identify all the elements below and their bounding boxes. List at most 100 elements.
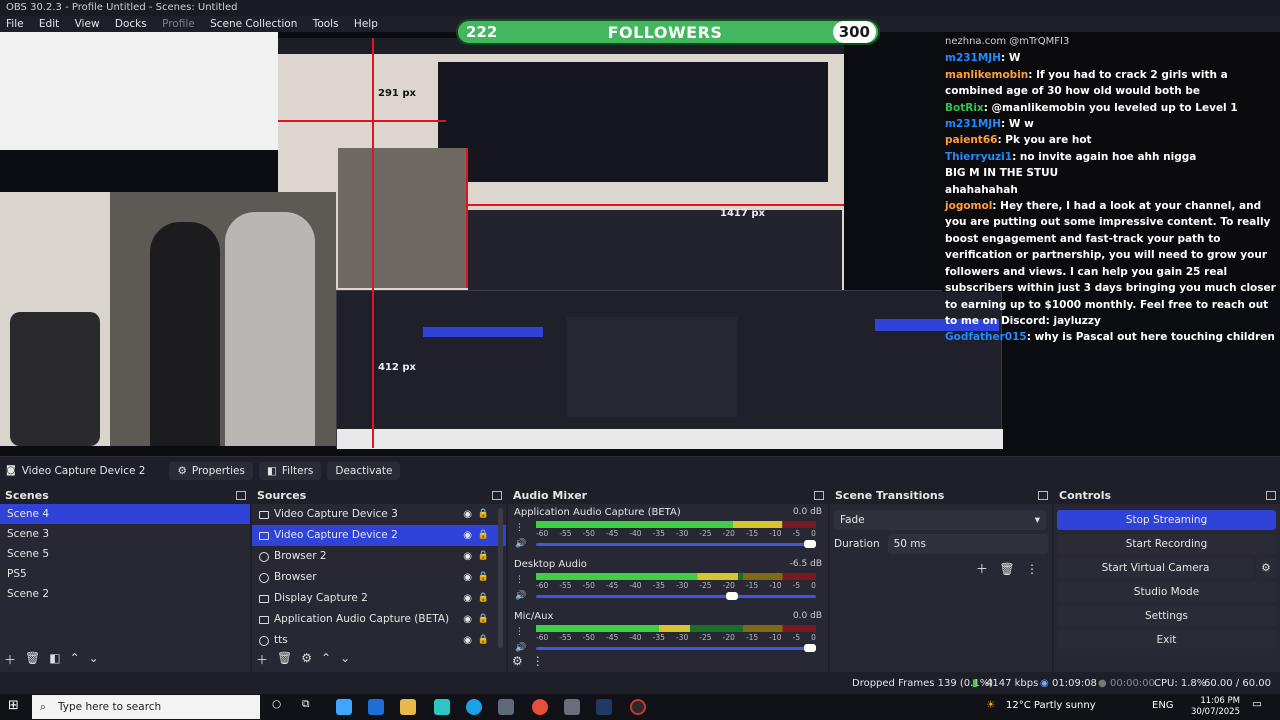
file-explorer-icon[interactable] (400, 699, 416, 715)
channel-name: Mic/Aux (514, 611, 554, 622)
task-view-icon[interactable]: ⧉ (302, 698, 310, 711)
trash-icon[interactable]: 🗑 (999, 562, 1014, 576)
menu-dots-icon[interactable]: ⋮ (515, 624, 526, 640)
start-virtual-camera-button[interactable]: Start Virtual Camera (1057, 558, 1254, 578)
undock-icon[interactable] (1038, 491, 1048, 500)
lock-icon[interactable]: 🔒 (478, 504, 489, 525)
slider-handle[interactable] (804, 644, 816, 652)
source-item[interactable]: Video Capture Device 2 ◉ 🔒 (252, 525, 506, 546)
volume-slider[interactable] (536, 540, 816, 548)
eye-icon[interactable]: ◉ (463, 630, 472, 651)
eye-icon[interactable]: ◉ (463, 609, 472, 630)
source-item[interactable]: Browser ◉ 🔒 (252, 567, 506, 588)
menu-docks[interactable]: Docks (109, 16, 153, 32)
scene-item[interactable]: Scene 3 (0, 524, 250, 544)
speaker-icon[interactable]: 🔊 (515, 536, 526, 552)
source-item[interactable]: Video Capture Device 3 ◉ 🔒 (252, 504, 506, 525)
menu-dots-icon[interactable]: ⋮ (532, 654, 544, 668)
move-down-icon[interactable]: ⌄ (340, 651, 350, 668)
trash-icon[interactable]: 🗑 (25, 651, 40, 668)
menu-edit[interactable]: Edit (33, 16, 65, 32)
move-up-icon[interactable]: ⌃ (70, 651, 80, 668)
transition-select[interactable]: Fade (834, 510, 1046, 530)
taskbar-search[interactable]: ⌕ Type here to search (32, 695, 260, 719)
gear-icon[interactable]: ⚙ (512, 654, 523, 668)
store-icon[interactable] (434, 699, 450, 715)
stop-streaming-button[interactable]: Stop Streaming (1057, 510, 1276, 530)
chrome-icon[interactable] (532, 699, 548, 715)
eye-icon[interactable]: ◉ (463, 567, 472, 588)
add-icon[interactable]: ＋ (976, 562, 988, 576)
start-recording-button[interactable]: Start Recording (1057, 534, 1276, 554)
notification-icon[interactable]: ▭ (1252, 698, 1262, 710)
volume-slider[interactable] (536, 592, 816, 600)
sources-scrollbar[interactable] (498, 508, 503, 648)
volume-slider[interactable] (536, 644, 816, 652)
trash-icon[interactable]: 🗑 (277, 651, 292, 668)
obs-icon[interactable] (630, 699, 646, 715)
scene-item[interactable]: PS5 (0, 564, 250, 584)
scene-item[interactable]: Scene 5 (0, 544, 250, 564)
tick-label: -40 (629, 529, 642, 538)
lock-icon[interactable]: 🔒 (478, 525, 489, 546)
signal-icon: ▮ (972, 678, 978, 689)
app-icon[interactable] (564, 699, 580, 715)
program-preview[interactable]: 291 px 412 px 1417 px nezhna.com @mTrQMF… (0, 32, 1280, 456)
properties-button[interactable]: ⚙ Properties (169, 461, 253, 480)
move-up-icon[interactable]: ⌃ (321, 651, 331, 668)
menu-tools[interactable]: Tools (307, 16, 345, 32)
menu-dots-icon[interactable]: ⋮ (515, 520, 526, 536)
gear-icon[interactable]: ⚙ (301, 651, 312, 668)
filters-button[interactable]: ◧ Filters (258, 461, 322, 480)
source-item[interactable]: Display Capture 2 ◉ 🔒 (252, 588, 506, 609)
language-indicator[interactable]: ENG (1152, 700, 1174, 711)
source-item[interactable]: Application Audio Capture (BETA) ◉ 🔒 (252, 609, 506, 630)
source-item[interactable]: Browser 2 ◉ 🔒 (252, 546, 506, 567)
menu-dots-icon[interactable]: ⋮ (515, 572, 526, 588)
notepad-icon[interactable] (498, 699, 514, 715)
windows-start-icon[interactable]: ⊞ (8, 698, 19, 713)
undock-icon[interactable] (1266, 491, 1276, 500)
duration-input[interactable]: 50 ms (887, 534, 1048, 554)
steam-icon[interactable] (596, 699, 612, 715)
menu-help[interactable]: Help (348, 16, 384, 32)
virtual-camera-settings-button[interactable]: ⚙ (1256, 558, 1276, 578)
add-icon[interactable]: ＋ (256, 651, 268, 668)
edge-icon[interactable] (466, 699, 482, 715)
undock-icon[interactable] (814, 491, 824, 500)
scene-item[interactable]: Scene 4 (0, 504, 250, 524)
slider-handle[interactable] (725, 592, 738, 600)
menu-view[interactable]: View (69, 16, 106, 32)
lock-icon[interactable]: 🔒 (478, 588, 489, 609)
eye-icon[interactable]: ◉ (463, 525, 472, 546)
scene-item[interactable]: Scene 2 (0, 584, 250, 604)
menu-profile[interactable]: Profile (156, 16, 201, 32)
eye-icon[interactable]: ◉ (463, 546, 472, 567)
cortana-icon[interactable]: ○ (272, 698, 281, 710)
taskbar-clock[interactable]: 11:06 PM 30/07/2025 (1191, 696, 1240, 718)
menu-dots-icon[interactable]: ⋮ (1026, 562, 1038, 576)
speaker-icon[interactable]: 🔊 (515, 588, 526, 604)
undock-icon[interactable] (492, 491, 502, 500)
filter-icon[interactable]: ◧ (49, 651, 60, 668)
add-icon[interactable]: ＋ (4, 651, 16, 668)
source-item[interactable]: tts ◉ 🔒 (252, 630, 506, 651)
eye-icon[interactable]: ◉ (463, 504, 472, 525)
outlook-icon[interactable] (368, 699, 384, 715)
lock-icon[interactable]: 🔒 (478, 609, 489, 630)
settings-button[interactable]: Settings (1057, 606, 1276, 626)
exit-button[interactable]: Exit (1057, 630, 1276, 650)
eye-icon[interactable]: ◉ (463, 588, 472, 609)
lock-icon[interactable]: 🔒 (478, 630, 489, 651)
lock-icon[interactable]: 🔒 (478, 546, 489, 567)
copilot-icon[interactable] (336, 699, 352, 715)
studio-mode-button[interactable]: Studio Mode (1057, 582, 1276, 602)
source-name: Video Capture Device 2 (274, 529, 398, 541)
slider-handle[interactable] (804, 540, 816, 548)
menu-file[interactable]: File (0, 16, 30, 32)
move-down-icon[interactable]: ⌄ (89, 651, 99, 668)
undock-icon[interactable] (236, 491, 246, 500)
lock-icon[interactable]: 🔒 (478, 567, 489, 588)
menu-scene-collection[interactable]: Scene Collection (204, 16, 303, 32)
deactivate-button[interactable]: Deactivate (327, 461, 401, 480)
